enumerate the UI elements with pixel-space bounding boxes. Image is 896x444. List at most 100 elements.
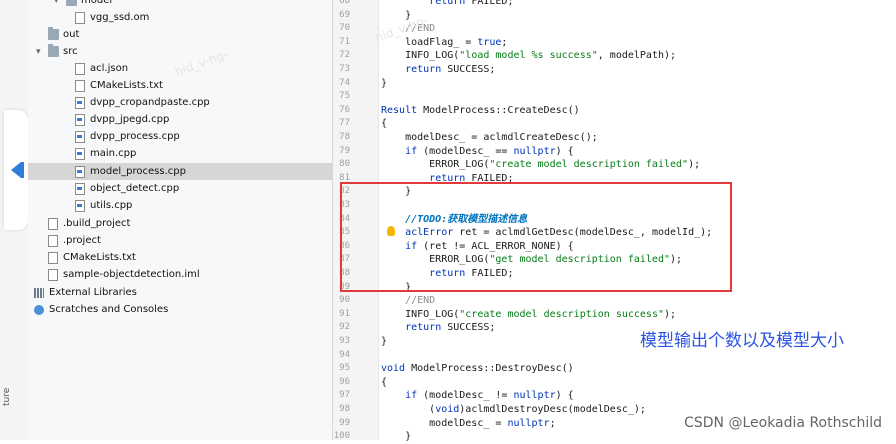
- code-line[interactable]: 68 return FAILED;: [333, 0, 896, 9]
- library-icon: [34, 288, 44, 298]
- tree-item-label: src: [63, 46, 78, 57]
- code-line[interactable]: 75: [333, 90, 896, 104]
- tree-item-label: acl.json: [90, 63, 129, 74]
- line-number: 96: [339, 376, 350, 387]
- line-number: 76: [339, 104, 350, 115]
- cpp-file-icon: [75, 166, 85, 178]
- code-line[interactable]: 91 INFO_LOG("create model description su…: [333, 308, 896, 322]
- tree-item-label: .project: [63, 235, 101, 246]
- file-icon: [75, 12, 85, 24]
- tree-item-label: utils.cpp: [90, 200, 133, 211]
- code-text: return SUCCESS;: [405, 322, 496, 334]
- code-text: (void)aclmdlDestroyDesc(modelDesc_);: [381, 404, 646, 415]
- line-number: 98: [339, 404, 350, 414]
- tree-item-label: CMakeLists.txt: [63, 252, 136, 263]
- tree-item-label: sample-objectdetection.iml: [63, 269, 200, 280]
- line-number: 95: [339, 363, 350, 374]
- line-number: 73: [339, 64, 350, 74]
- cpp-file-icon: [75, 183, 85, 195]
- line-number: 74: [339, 77, 350, 88]
- tree-file-cmakelists-root[interactable]: CMakeLists.txt: [28, 249, 332, 266]
- tree-folder-src[interactable]: ▾ src: [28, 43, 332, 60]
- cpp-file-icon: [75, 97, 85, 109]
- line-number: 93: [339, 336, 350, 346]
- collapse-panel-handle[interactable]: [4, 110, 28, 230]
- line-number: 92: [339, 322, 350, 333]
- code-line[interactable]: 76 Result ModelProcess::CreateDesc(): [333, 104, 896, 118]
- tree-file-dvpp-cropandpaste[interactable]: dvpp_cropandpaste.cpp: [28, 94, 332, 111]
- code-line[interactable]: 74}: [333, 77, 896, 91]
- tree-item-label: vgg_ssd.om: [90, 12, 150, 23]
- code-line[interactable]: 78 modelDesc_ = aclmdlCreateDesc();: [333, 131, 896, 145]
- code-line[interactable]: 100 }: [333, 430, 896, 444]
- code-line[interactable]: 90 //END: [333, 294, 896, 308]
- tree-item-label: dvpp_process.cpp: [90, 131, 180, 142]
- code-text: loadFlag_ = true;: [381, 36, 508, 48]
- tree-file-object-detect[interactable]: object_detect.cpp: [28, 180, 332, 197]
- tree-file-build-project[interactable]: .build_project: [28, 215, 332, 232]
- tree-folder-out[interactable]: out: [28, 26, 332, 43]
- line-number: 70: [339, 23, 350, 34]
- code-text: {: [381, 376, 388, 388]
- code-text: }: [381, 77, 388, 89]
- code-line[interactable]: 79 if (modelDesc_ == nullptr) {: [333, 145, 896, 159]
- line-number: 97: [339, 390, 350, 401]
- line-number: 100: [333, 431, 350, 442]
- code-text: }: [381, 336, 388, 347]
- code-line[interactable]: 80 ERROR_LOG("create model description f…: [333, 158, 896, 172]
- code-text: modelDesc_ = aclmdlCreateDesc();: [381, 132, 598, 143]
- code-text: //END: [381, 295, 436, 307]
- line-number: 90: [339, 295, 350, 306]
- tree-file-iml[interactable]: sample-objectdetection.iml: [28, 266, 332, 283]
- code-line[interactable]: 72 INFO_LOG("load model %s success", mod…: [333, 49, 896, 63]
- cpp-file-icon: [75, 114, 85, 126]
- code-line[interactable]: 71 loadFlag_ = true;: [333, 36, 896, 50]
- tree-file-dvpp-jpegd[interactable]: dvpp_jpegd.cpp: [28, 111, 332, 128]
- code-line[interactable]: 95 void ModelProcess::DestroyDesc(): [333, 362, 896, 376]
- tree-item-label: dvpp_jpegd.cpp: [90, 114, 170, 125]
- tree-external-libraries[interactable]: External Libraries: [28, 284, 332, 301]
- file-icon: [48, 269, 58, 281]
- code-line[interactable]: 97 if (modelDesc_ != nullptr) {: [333, 389, 896, 403]
- line-number: 80: [339, 159, 350, 170]
- line-number: 68: [339, 0, 350, 6]
- code-text: ERROR_LOG("create model description fail…: [381, 159, 701, 171]
- code-text: if (modelDesc_ != nullptr) {: [405, 390, 574, 402]
- tree-file-utils[interactable]: utils.cpp: [28, 197, 332, 214]
- tree-file-cmakelists-src[interactable]: CMakeLists.txt: [28, 77, 332, 94]
- file-icon: [75, 80, 85, 92]
- tree-item-label: External Libraries: [49, 287, 137, 298]
- tree-item-label: model: [81, 0, 113, 6]
- code-text: {: [381, 118, 388, 130]
- code-text: if (modelDesc_ == nullptr) {: [405, 145, 574, 157]
- line-number: 99: [339, 417, 350, 428]
- line-number: 94: [339, 349, 350, 360]
- folder-icon: [66, 0, 77, 6]
- csdn-watermark: CSDN @Leokadia Rothschild: [684, 415, 882, 431]
- structure-tab[interactable]: ture: [2, 366, 12, 406]
- tree-file-model-process[interactable]: model_process.cpp: [28, 163, 332, 180]
- code-text: return SUCCESS;: [405, 64, 496, 75]
- tree-folder-model[interactable]: ▾ model: [28, 0, 332, 9]
- code-line[interactable]: 96 {: [333, 376, 896, 390]
- tree-item-label: .build_project: [63, 218, 131, 229]
- annotation-text: 模型输出个数以及模型大小: [640, 331, 844, 351]
- folder-icon: [48, 44, 59, 57]
- tree-file-main[interactable]: main.cpp: [28, 145, 332, 162]
- tree-file-dvpp-process[interactable]: dvpp_process.cpp: [28, 128, 332, 145]
- tree-item-label: Scratches and Consoles: [49, 304, 169, 315]
- chevron-down-icon[interactable]: ▾: [36, 44, 41, 61]
- tree-item-label: object_detect.cpp: [90, 183, 180, 194]
- file-icon: [48, 252, 58, 264]
- tree-file-project[interactable]: .project: [28, 232, 332, 249]
- tree-item-label: model_process.cpp: [90, 166, 186, 177]
- line-number: 79: [339, 145, 350, 156]
- tree-file-vgg_ssd[interactable]: vgg_ssd.om: [28, 9, 332, 26]
- collapse-arrow-icon: [11, 162, 21, 178]
- line-number: 77: [339, 118, 350, 129]
- tree-scratches[interactable]: Scratches and Consoles: [28, 301, 332, 318]
- code-text: }: [381, 431, 412, 443]
- tree-item-label: dvpp_cropandpaste.cpp: [90, 97, 210, 108]
- code-line[interactable]: 77 {: [333, 117, 896, 131]
- code-line[interactable]: 73 return SUCCESS;: [333, 63, 896, 77]
